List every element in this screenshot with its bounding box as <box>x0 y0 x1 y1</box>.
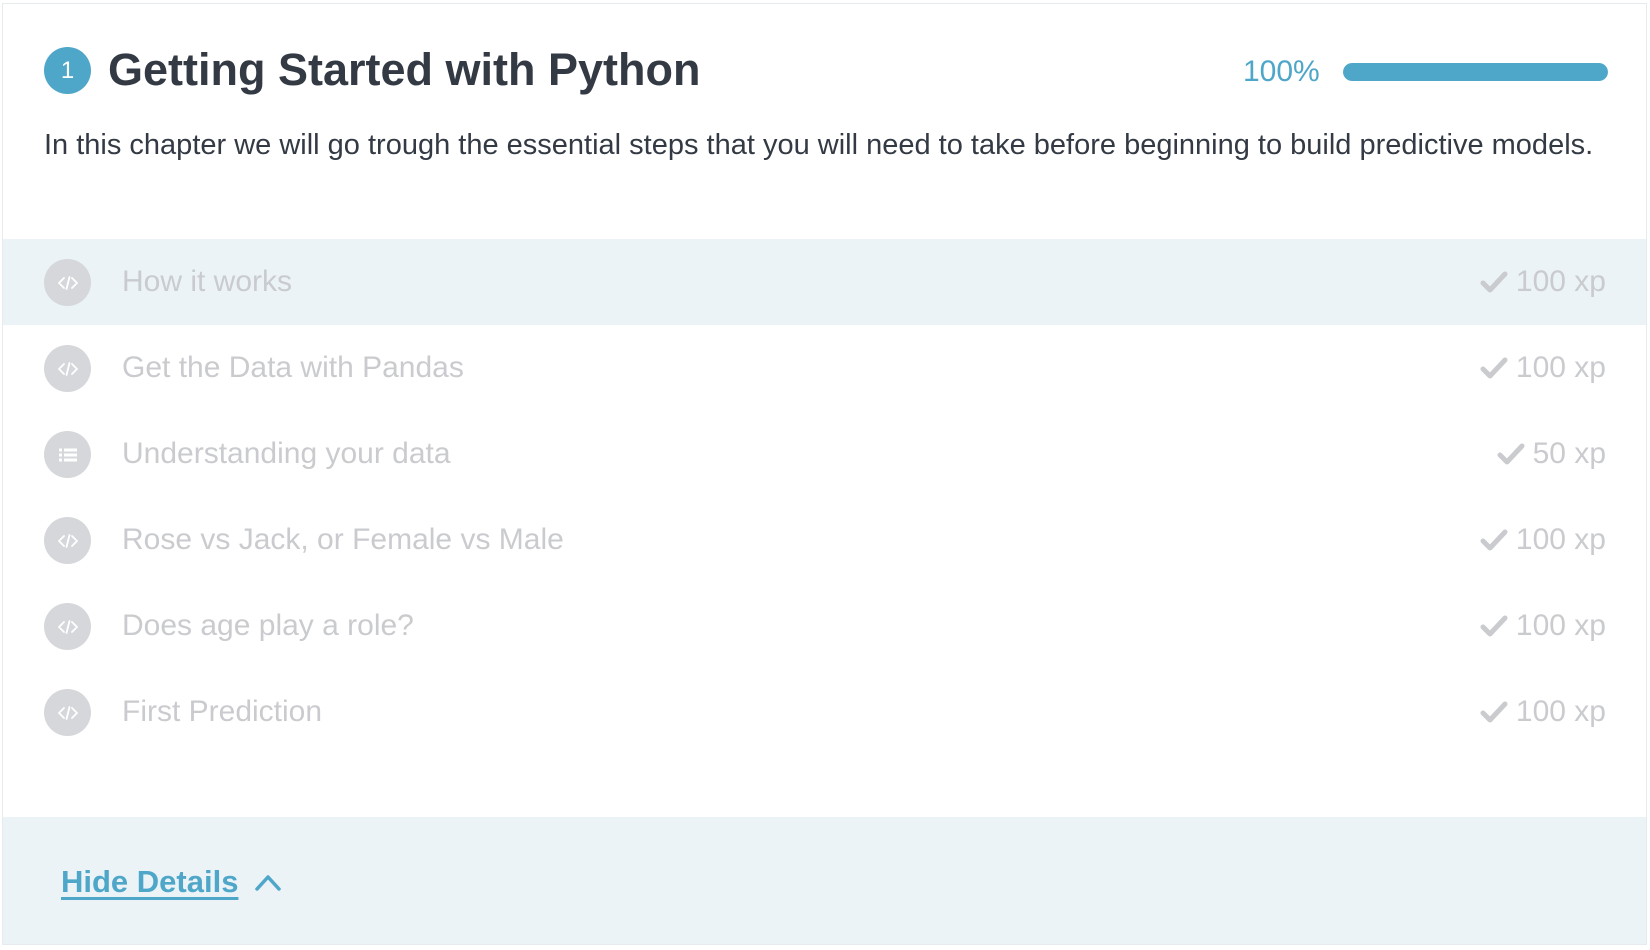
exercise-row[interactable]: Rose vs Jack, or Female vs Male 100 xp <box>3 497 1646 583</box>
check-icon <box>1480 615 1508 637</box>
exercise-xp: 100 xp <box>1480 347 1606 389</box>
exercise-xp-value: 100 xp <box>1515 351 1606 384</box>
chapter-card: 1 Getting Started with Python 100% In th… <box>2 3 1647 945</box>
exercise-xp: 100 xp <box>1480 605 1606 647</box>
exercise-row[interactable]: How it works 100 xp <box>3 239 1646 325</box>
check-icon <box>1497 443 1525 465</box>
exercise-list: How it works 100 xp Get the Data with Pand… <box>3 239 1646 755</box>
hide-details-link[interactable]: Hide Details <box>61 861 282 903</box>
code-icon <box>44 259 91 306</box>
code-icon <box>44 517 91 564</box>
exercise-title: Get the Data with Pandas <box>122 351 464 384</box>
exercise-title: Rose vs Jack, or Female vs Male <box>122 523 564 556</box>
hide-details-label: Hide Details <box>61 864 239 899</box>
chapter-number-badge: 1 <box>44 47 91 94</box>
chapter-title: Getting Started with Python <box>108 44 701 95</box>
code-icon <box>44 345 91 392</box>
exercise-title: Understanding your data <box>122 437 451 470</box>
exercise-xp: 100 xp <box>1480 261 1606 303</box>
progress-bar-fill <box>1343 63 1608 81</box>
exercise-title: First Prediction <box>122 695 323 728</box>
check-icon <box>1480 357 1508 379</box>
exercise-xp-value: 100 xp <box>1515 695 1606 728</box>
exercise-xp: 100 xp <box>1480 519 1606 561</box>
list-icon <box>44 431 91 478</box>
exercise-xp: 50 xp <box>1497 433 1606 475</box>
exercise-xp-value: 50 xp <box>1532 437 1606 470</box>
check-icon <box>1480 701 1508 723</box>
exercise-row[interactable]: Get the Data with Pandas 100 xp <box>3 325 1646 411</box>
exercise-xp-value: 100 xp <box>1515 265 1606 298</box>
check-icon <box>1480 271 1508 293</box>
chapter-description: In this chapter we will go trough the es… <box>44 129 1594 161</box>
progress-percentage: 100% <box>1243 55 1320 88</box>
exercise-xp: 100 xp <box>1480 691 1606 733</box>
code-icon <box>44 603 91 650</box>
exercise-row[interactable]: First Prediction 100 xp <box>3 669 1646 755</box>
exercise-xp-value: 100 xp <box>1515 609 1606 642</box>
code-icon <box>44 689 91 736</box>
chapter-header: 1 Getting Started with Python 100% In th… <box>3 4 1646 239</box>
chevron-up-icon <box>255 875 282 891</box>
exercise-xp-value: 100 xp <box>1515 523 1606 556</box>
exercise-title: Does age play a role? <box>122 609 414 642</box>
exercise-row[interactable]: Does age play a role? 100 xp <box>3 583 1646 669</box>
chapter-footer: Hide Details <box>3 817 1646 944</box>
progress-bar <box>1343 63 1608 81</box>
exercise-title: How it works <box>122 265 293 298</box>
check-icon <box>1480 529 1508 551</box>
exercise-row[interactable]: Understanding your data 50 xp <box>3 411 1646 497</box>
